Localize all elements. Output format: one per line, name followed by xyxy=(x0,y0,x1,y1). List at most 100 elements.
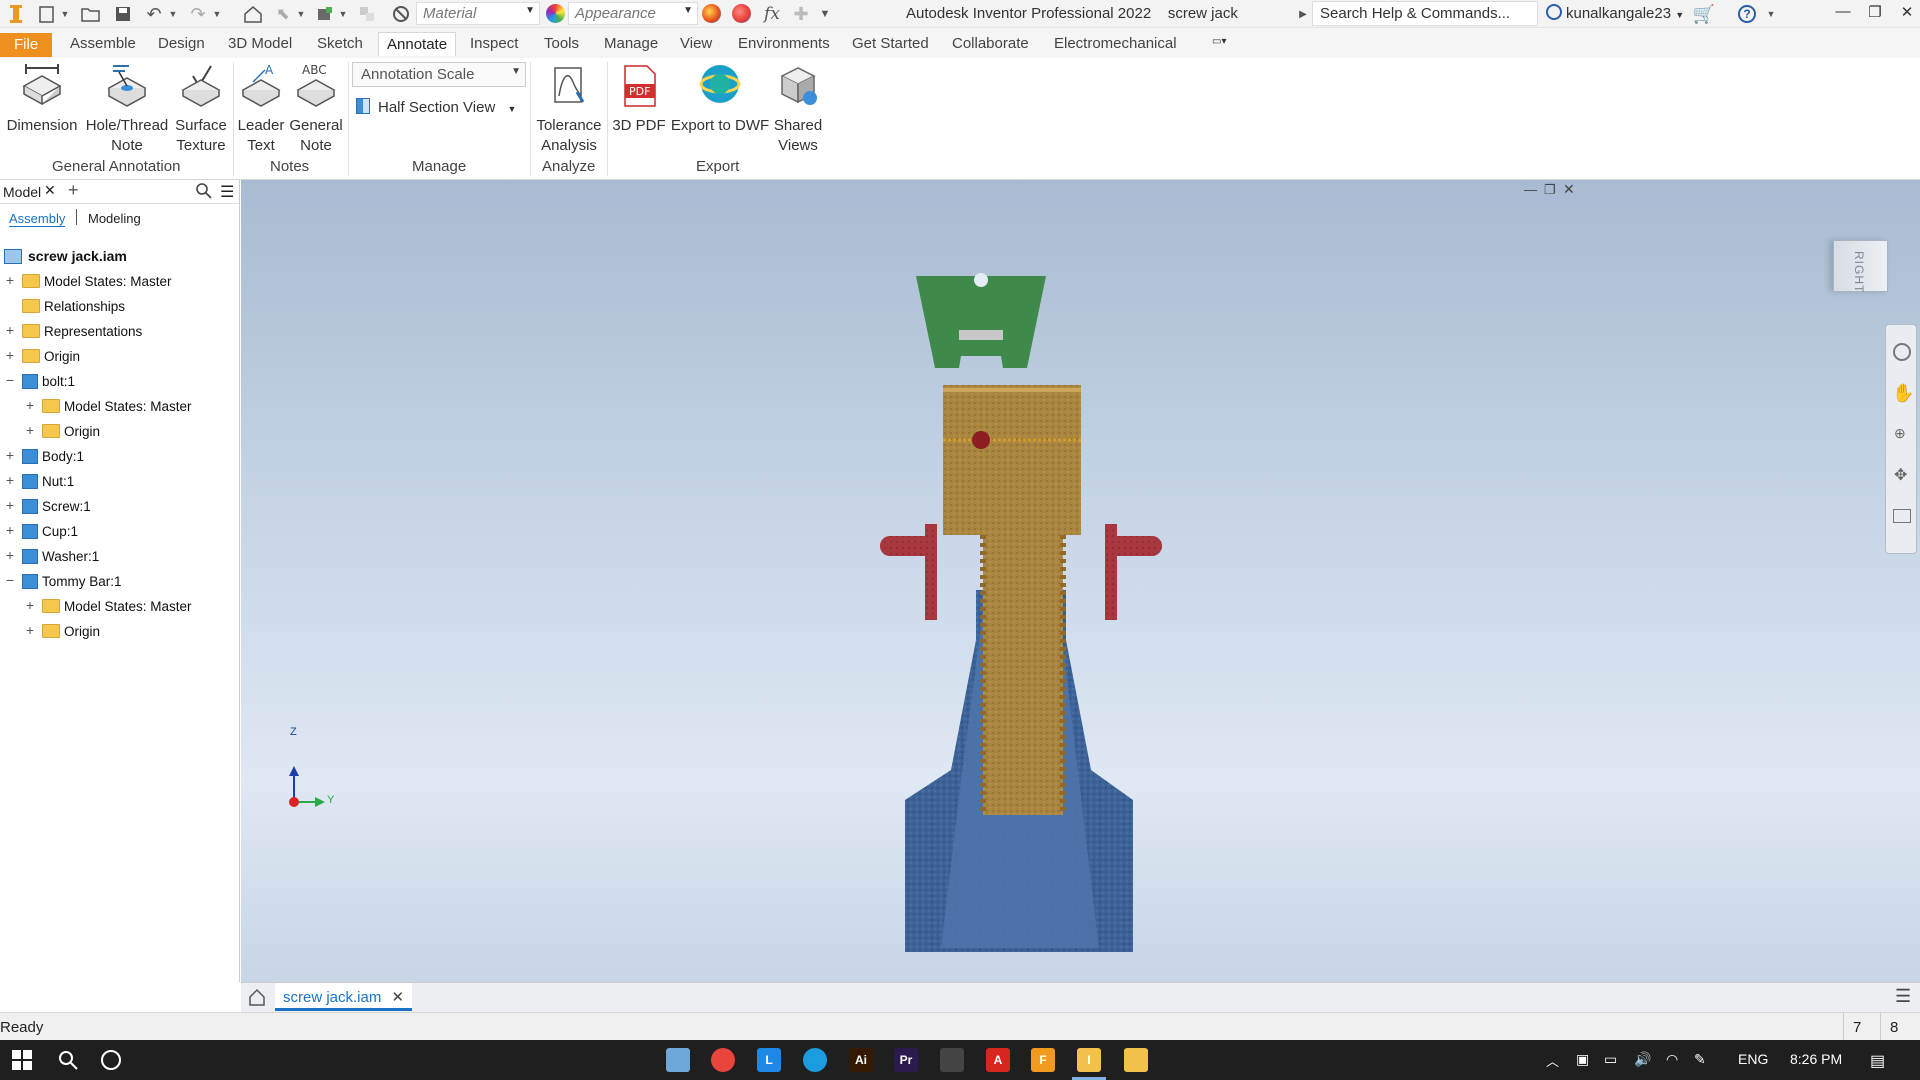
search-icon[interactable] xyxy=(196,183,212,202)
search-icon[interactable] xyxy=(58,1050,78,1074)
windows-start-icon[interactable] xyxy=(12,1050,32,1074)
tab-tools[interactable]: Tools xyxy=(536,32,587,56)
tree-item[interactable]: + Origin xyxy=(24,419,100,443)
menu-icon[interactable]: ☰ xyxy=(220,182,234,202)
home-icon[interactable] xyxy=(242,4,264,24)
open-folder-icon[interactable] xyxy=(80,4,102,24)
expand-toggle-icon[interactable]: + xyxy=(24,423,36,437)
ribbon-display-toggle-icon[interactable]: ▭▾ xyxy=(1212,36,1242,52)
edge-icon[interactable] xyxy=(803,1048,827,1072)
inventor-icon[interactable]: I xyxy=(1077,1048,1101,1072)
tab-inspect[interactable]: Inspect xyxy=(462,32,526,56)
inventor-app-icon[interactable] xyxy=(6,4,26,24)
cortana-icon[interactable] xyxy=(101,1050,121,1070)
surface-texture-button[interactable]: Surface Texture xyxy=(170,62,232,156)
tab-assembly[interactable]: Assembly xyxy=(9,211,66,227)
adjust-appearance-icon[interactable] xyxy=(702,4,721,23)
clock[interactable]: 8:26 PM xyxy=(1790,1051,1842,1067)
tab-collaborate[interactable]: Collaborate xyxy=(944,32,1037,56)
chevron-down-icon[interactable]: ▼ xyxy=(60,4,70,24)
expand-toggle-icon[interactable]: + xyxy=(4,498,16,512)
washer-part[interactable] xyxy=(959,330,1003,340)
tab-electromechanical[interactable]: Electromechanical xyxy=(1046,32,1185,56)
nut-part-right[interactable] xyxy=(1105,524,1163,620)
close-icon[interactable]: ✕ xyxy=(392,989,405,1006)
expand-toggle-icon[interactable]: − xyxy=(4,373,16,387)
annotation-scale-dropdown[interactable]: Annotation Scale ▼ xyxy=(352,62,526,87)
tree-item[interactable]: + Cup:1 xyxy=(4,519,78,543)
tab-annotate[interactable]: Annotate xyxy=(378,32,457,56)
chevron-down-icon[interactable]: ▼ xyxy=(296,4,306,24)
tree-item[interactable]: + Washer:1 xyxy=(4,544,99,568)
tab-get-started[interactable]: Get Started xyxy=(844,32,937,56)
tab-manage[interactable]: Manage xyxy=(596,32,666,56)
meet-now-icon[interactable]: ▣ xyxy=(1576,1051,1589,1068)
tree-item[interactable]: Relationships xyxy=(4,294,125,318)
play-icon[interactable]: ▶ xyxy=(1296,4,1310,24)
illustrator-icon[interactable]: Ai xyxy=(849,1048,873,1072)
tree-item[interactable]: + Body:1 xyxy=(4,444,84,468)
clear-appearance-icon[interactable] xyxy=(732,4,751,23)
minimize-icon[interactable]: — xyxy=(1830,3,1856,25)
wifi-icon[interactable]: ◠ xyxy=(1666,1051,1678,1068)
chevron-down-icon[interactable]: ▼ xyxy=(338,4,348,24)
help-search-input[interactable]: Search Help & Commands... xyxy=(1312,1,1538,26)
fx-parameters-icon[interactable]: fx xyxy=(760,4,784,24)
add-panel-icon[interactable]: + xyxy=(68,180,79,201)
chevron-down-icon[interactable]: ▼ xyxy=(1766,4,1776,24)
expand-toggle-icon[interactable]: − xyxy=(4,573,16,587)
tab-environments[interactable]: Environments xyxy=(730,32,838,56)
tree-item[interactable]: + Model States: Master xyxy=(24,394,192,418)
new-file-icon[interactable] xyxy=(36,4,58,24)
tree-item[interactable]: + Model States: Master xyxy=(4,269,172,293)
nut-part[interactable] xyxy=(879,524,937,620)
help-icon[interactable]: ? xyxy=(1736,4,1758,24)
tree-item[interactable]: + Representations xyxy=(4,319,142,343)
close-icon[interactable]: ✕ xyxy=(44,182,56,199)
tab-sketch[interactable]: Sketch xyxy=(309,32,371,56)
general-note-button[interactable]: ABC General Note xyxy=(288,62,344,156)
pen-icon[interactable]: ✎ xyxy=(1694,1051,1706,1068)
appearance-icon[interactable] xyxy=(546,4,565,23)
browser-tab-model[interactable]: Model xyxy=(3,184,41,200)
expand-toggle-icon[interactable]: + xyxy=(4,548,16,562)
volume-icon[interactable]: 🔊 xyxy=(1634,1051,1651,1068)
tree-item[interactable]: − Tommy Bar:1 xyxy=(4,569,122,593)
screw-jack-model[interactable] xyxy=(241,180,1920,982)
l-app-icon[interactable]: L xyxy=(757,1048,781,1072)
measure-icon[interactable] xyxy=(356,4,378,24)
cart-icon[interactable]: 🛒 xyxy=(1692,4,1716,24)
shared-views-button[interactable]: Shared Views xyxy=(772,62,824,156)
dimension-button[interactable]: Dimension xyxy=(4,62,80,136)
tab-file[interactable]: File xyxy=(0,33,53,57)
tree-item[interactable]: + Screw:1 xyxy=(4,494,91,518)
tommy-bar-part[interactable] xyxy=(972,431,990,449)
save-icon[interactable] xyxy=(112,4,134,24)
expand-toggle-icon[interactable]: + xyxy=(4,273,16,287)
tolerance-analysis-button[interactable]: Tolerance Analysis xyxy=(534,62,604,156)
customize-toolbar-icon[interactable]: ▼ xyxy=(818,4,832,24)
file-explorer-icon[interactable] xyxy=(1124,1048,1148,1072)
steam-icon[interactable] xyxy=(940,1048,964,1072)
appearance-dropdown[interactable]: Appearance ▼ xyxy=(568,2,698,25)
material-dropdown[interactable]: Material ▼ xyxy=(416,2,540,25)
expand-toggle-icon[interactable]: + xyxy=(24,398,36,412)
expand-toggle-icon[interactable]: + xyxy=(4,473,16,487)
chevron-down-icon[interactable]: ▼ xyxy=(212,4,222,24)
tree-item[interactable]: − bolt:1 xyxy=(4,369,75,393)
acrobat-icon[interactable]: A xyxy=(986,1048,1010,1072)
expand-toggle-icon[interactable]: + xyxy=(4,323,16,337)
tab-assemble[interactable]: Assemble xyxy=(62,32,144,56)
chrome-icon[interactable] xyxy=(711,1048,735,1072)
inventor-pen-icon[interactable] xyxy=(666,1048,690,1072)
screw-shank[interactable] xyxy=(983,535,1063,815)
tab-3d-model[interactable]: 3D Model xyxy=(220,32,300,56)
appearance-override-icon[interactable] xyxy=(390,4,412,24)
language-indicator[interactable]: ENG xyxy=(1738,1051,1768,1067)
user-account[interactable]: kunalkangale23 ▼ xyxy=(1546,4,1684,22)
leader-text-button[interactable]: A Leader Text xyxy=(236,62,286,156)
expand-toggle-icon[interactable]: + xyxy=(24,598,36,612)
redo-icon[interactable]: ↷ xyxy=(186,4,210,24)
notifications-icon[interactable]: ▤ xyxy=(1870,1051,1885,1071)
select-icon[interactable]: ⬉ xyxy=(272,4,294,24)
